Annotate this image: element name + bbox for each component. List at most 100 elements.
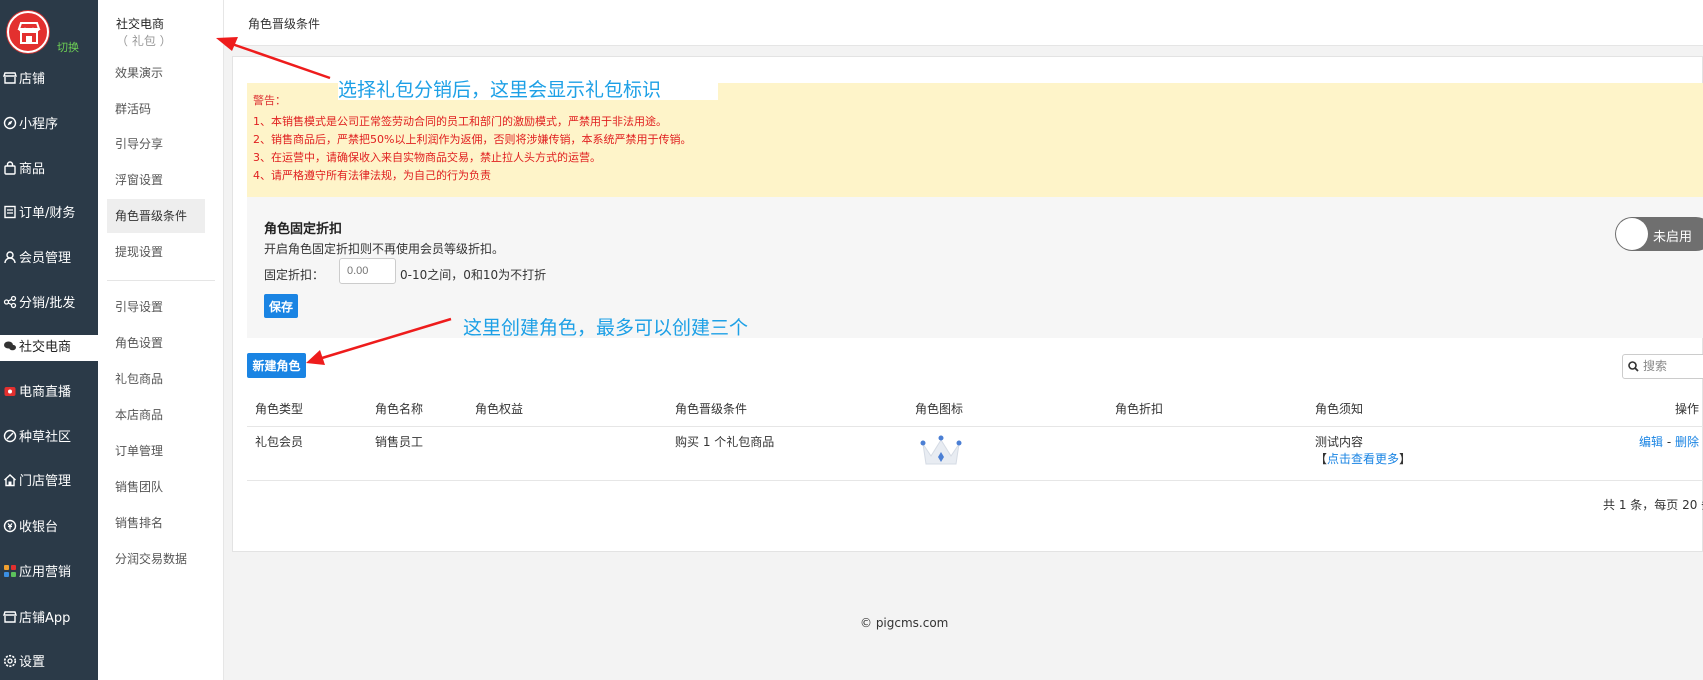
bag-icon — [4, 161, 16, 175]
store-logo[interactable] — [7, 11, 49, 53]
nav-label: 种草社区 — [19, 430, 72, 445]
switch-link[interactable]: 切换 — [57, 39, 79, 55]
nav-label: 社交电商 — [19, 340, 72, 355]
table-header: 角色折扣 — [1115, 402, 1164, 416]
subnav-title: 社交电商 （ 礼包 ） — [116, 15, 223, 49]
nav-item-orders[interactable]: 订单/财务 — [0, 201, 98, 227]
annotation-gift-label: 选择礼包分销后，这里会显示礼包标识 — [338, 79, 662, 101]
nav-label: 店铺 — [19, 72, 46, 87]
nav-item-social-ecommerce[interactable]: 社交电商 — [0, 335, 98, 361]
notice-text: 测试内容 — [1315, 435, 1364, 449]
nav-item-community[interactable]: 种草社区 — [0, 425, 98, 451]
discount-toggle[interactable]: 未启用 — [1615, 217, 1703, 251]
compass-icon — [3, 116, 17, 130]
edit-link[interactable]: 编辑 — [1639, 435, 1663, 449]
subnav-divider — [107, 280, 215, 281]
leaf-icon — [3, 429, 17, 443]
crown-icon — [920, 435, 962, 465]
cell-actions: 编辑 - 删除 — [1639, 433, 1699, 450]
nav-item-store-app[interactable]: 店铺App — [0, 606, 98, 632]
discount-title: 角色固定折扣 — [264, 222, 343, 237]
toggle-label: 未启用 — [1653, 230, 1693, 245]
chat-icon — [4, 341, 16, 351]
discount-description: 开启角色固定折扣则不再使用会员等级折扣。 — [264, 242, 505, 256]
nav-item-marketing[interactable]: 应用营销 — [0, 560, 98, 586]
breadcrumb: 角色晋级条件 — [248, 17, 321, 31]
nav-label: 门店管理 — [19, 474, 72, 489]
action-separator: - — [1663, 435, 1675, 449]
table-header: 角色晋级条件 — [675, 402, 748, 416]
nav-label: 订单/财务 — [19, 206, 76, 221]
nav-item-settings[interactable]: 设置 — [0, 650, 98, 676]
nav-item-members[interactable]: 会员管理 — [0, 246, 98, 272]
table-header: 角色须知 — [1315, 402, 1364, 416]
warning-line: 2、销售商品后，严禁把50%以上利润作为返佣，否则将涉嫌传销，本系统严禁用于传销… — [253, 133, 692, 146]
live-icon — [4, 387, 16, 396]
discount-input[interactable] — [339, 258, 396, 284]
bracket-close: 】 — [1399, 452, 1412, 466]
cell-role-notice: 测试内容 【点击查看更多】 — [1315, 433, 1411, 467]
sub-item-guide-share[interactable]: 引导分享 — [107, 127, 205, 161]
top-bar: 角色晋级条件 — [224, 0, 1703, 46]
warning-line: 1、本销售模式是公司正常签劳动合同的员工和部门的激励模式，严禁用于非法用途。 — [253, 115, 667, 128]
search-input[interactable]: 搜索 — [1622, 354, 1703, 379]
discount-hint: 0-10之间，0和10为不打折 — [400, 268, 547, 282]
sub-item-guide-settings[interactable]: 引导设置 — [107, 290, 205, 324]
share-icon — [3, 295, 17, 309]
nav-label: 设置 — [19, 655, 46, 670]
sub-item-float-window[interactable]: 浮窗设置 — [107, 163, 205, 197]
sub-item-sales-team[interactable]: 销售团队 — [107, 470, 205, 504]
sub-item-role-promotion[interactable]: 角色晋级条件 — [107, 199, 205, 233]
warning-line: 3、在运营中，请确保收入来自实物商品交易，禁止拉人头方式的运营。 — [253, 151, 601, 164]
nav-item-store[interactable]: 店铺 — [0, 67, 98, 93]
nav-label: 收银台 — [19, 520, 59, 535]
sub-item-withdraw[interactable]: 提现设置 — [107, 235, 205, 269]
nav-item-distribution[interactable]: 分销/批发 — [0, 291, 98, 317]
nav-label: 店铺App — [19, 611, 71, 626]
nav-label: 应用营销 — [19, 565, 72, 580]
table-header-divider — [247, 426, 1703, 427]
sub-item-profit-data[interactable]: 分润交易数据 — [107, 542, 205, 576]
gift-tag: （ 礼包 ） — [116, 34, 172, 48]
notice-more: 【点击查看更多】 — [1315, 450, 1411, 467]
table-header: 角色类型 — [255, 402, 304, 416]
sub-item-store-products[interactable]: 本店商品 — [107, 398, 205, 432]
delete-link[interactable]: 删除 — [1675, 435, 1699, 449]
search-placeholder: 搜索 — [1643, 359, 1668, 373]
pagination-info: 共 1 条，每页 20 条 — [1603, 498, 1703, 512]
user-icon — [4, 251, 16, 264]
store-icon — [3, 72, 17, 84]
sub-sidebar: 社交电商 （ 礼包 ） 效果演示 群活码 引导分享 浮窗设置 角色晋级条件 提现… — [98, 0, 224, 680]
nav-item-stores[interactable]: 门店管理 — [0, 469, 98, 495]
sub-item-demo[interactable]: 效果演示 — [107, 56, 205, 90]
search-icon — [1628, 361, 1639, 372]
bracket-open: 【 — [1315, 452, 1328, 466]
nav-item-cashier[interactable]: 收银台 — [0, 515, 98, 541]
subnav-title-text: 社交电商 — [116, 17, 165, 31]
app-icon — [3, 611, 17, 623]
new-role-button[interactable]: 新建角色 — [247, 353, 306, 378]
warning-line: 4、请严格遵守所有法律法规，为自己的行为负责 — [253, 169, 491, 182]
sub-item-gift-products[interactable]: 礼包商品 — [107, 362, 205, 396]
table-header: 操作 — [1675, 402, 1700, 416]
nav-item-miniprogram[interactable]: 小程序 — [0, 112, 98, 138]
nav-label: 分销/批发 — [19, 296, 76, 311]
main-panel: 警告： 1、本销售模式是公司正常签劳动合同的员工和部门的激励模式，严禁用于非法用… — [232, 56, 1703, 552]
main-sidebar: 切换 店铺 小程序 商品 订单/财务 会员管理 分销/批发 社交电商 电商直播 … — [0, 0, 98, 680]
sub-item-sales-ranking[interactable]: 销售排名 — [107, 506, 205, 540]
nav-label: 电商直播 — [19, 385, 72, 400]
table-header: 角色图标 — [915, 402, 964, 416]
cell-role-condition: 购买 1 个礼包商品 — [675, 435, 775, 449]
save-button[interactable]: 保存 — [264, 294, 298, 318]
apps-icon — [4, 565, 16, 577]
sub-item-role-settings[interactable]: 角色设置 — [107, 326, 205, 360]
table-header: 角色名称 — [375, 402, 424, 416]
nav-label: 小程序 — [19, 117, 59, 132]
view-more-link[interactable]: 点击查看更多 — [1327, 452, 1399, 466]
sub-item-group-code[interactable]: 群活码 — [107, 92, 205, 126]
nav-item-products[interactable]: 商品 — [0, 157, 98, 183]
table-row-divider — [247, 480, 1703, 481]
nav-item-live[interactable]: 电商直播 — [0, 380, 98, 406]
sub-item-orders[interactable]: 订单管理 — [107, 434, 205, 468]
cell-role-type: 礼包会员 — [255, 435, 304, 449]
